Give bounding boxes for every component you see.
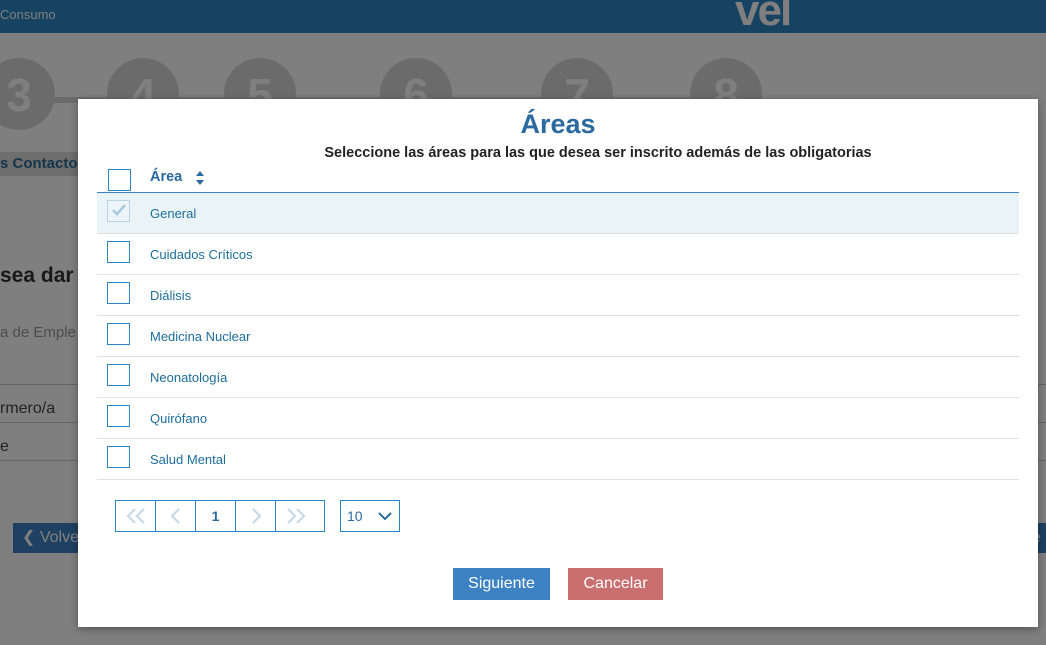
table-row[interactable]: General: [97, 193, 1019, 234]
column-header-area[interactable]: Área: [150, 169, 182, 185]
row-label: Medicina Nuclear: [150, 329, 251, 344]
checkmark-icon: [112, 204, 126, 216]
pagination: 1: [115, 500, 325, 532]
table-row[interactable]: Salud Mental: [97, 439, 1019, 480]
double-chevron-right-icon: [287, 508, 306, 524]
prev-page-button[interactable]: [156, 501, 196, 531]
first-page-button[interactable]: [116, 501, 156, 531]
table-row[interactable]: Cuidados Críticos: [97, 234, 1019, 275]
page-size-select[interactable]: 10: [340, 500, 400, 532]
next-button[interactable]: Siguiente: [453, 568, 550, 600]
row-label: Quirófano: [150, 411, 208, 426]
row-checkbox[interactable]: [107, 364, 130, 386]
double-chevron-left-icon: [125, 508, 145, 524]
last-page-button[interactable]: [276, 501, 316, 531]
modal-subtitle: Seleccione las áreas para las que desea …: [324, 145, 872, 161]
row-checkbox[interactable]: [107, 282, 130, 304]
row-checkbox[interactable]: [107, 446, 130, 468]
row-checkbox[interactable]: [107, 323, 130, 345]
table-row[interactable]: Diálisis: [97, 275, 1019, 316]
row-checkbox[interactable]: [107, 241, 130, 263]
row-checkbox: [107, 200, 130, 222]
row-label: Cuidados Críticos: [150, 247, 253, 262]
chevron-down-icon: [378, 512, 392, 521]
row-checkbox[interactable]: [107, 405, 130, 427]
chevron-left-icon: [169, 508, 180, 524]
modal-title: Áreas: [520, 109, 596, 139]
table-row[interactable]: Medicina Nuclear: [97, 316, 1019, 357]
table-row[interactable]: Quirófano: [97, 398, 1019, 439]
select-all-checkbox[interactable]: [108, 169, 131, 191]
table-header: Área: [97, 165, 1019, 193]
cancel-button[interactable]: Cancelar: [568, 568, 663, 600]
row-label: General: [150, 206, 197, 221]
page-size-value: 10: [347, 508, 363, 524]
areas-table: Área General Cuidados Críticos Diálisis: [97, 165, 1019, 480]
next-page-button[interactable]: [236, 501, 276, 531]
chevron-right-icon: [251, 508, 262, 524]
row-label: Neonatología: [150, 370, 228, 385]
sort-icon[interactable]: [195, 170, 205, 186]
areas-modal: Áreas Seleccione las áreas para las que …: [78, 99, 1038, 627]
table-row[interactable]: Neonatología: [97, 357, 1019, 398]
page-number-button[interactable]: 1: [196, 501, 236, 531]
row-label: Diálisis: [150, 288, 192, 303]
row-label: Salud Mental: [150, 452, 226, 467]
